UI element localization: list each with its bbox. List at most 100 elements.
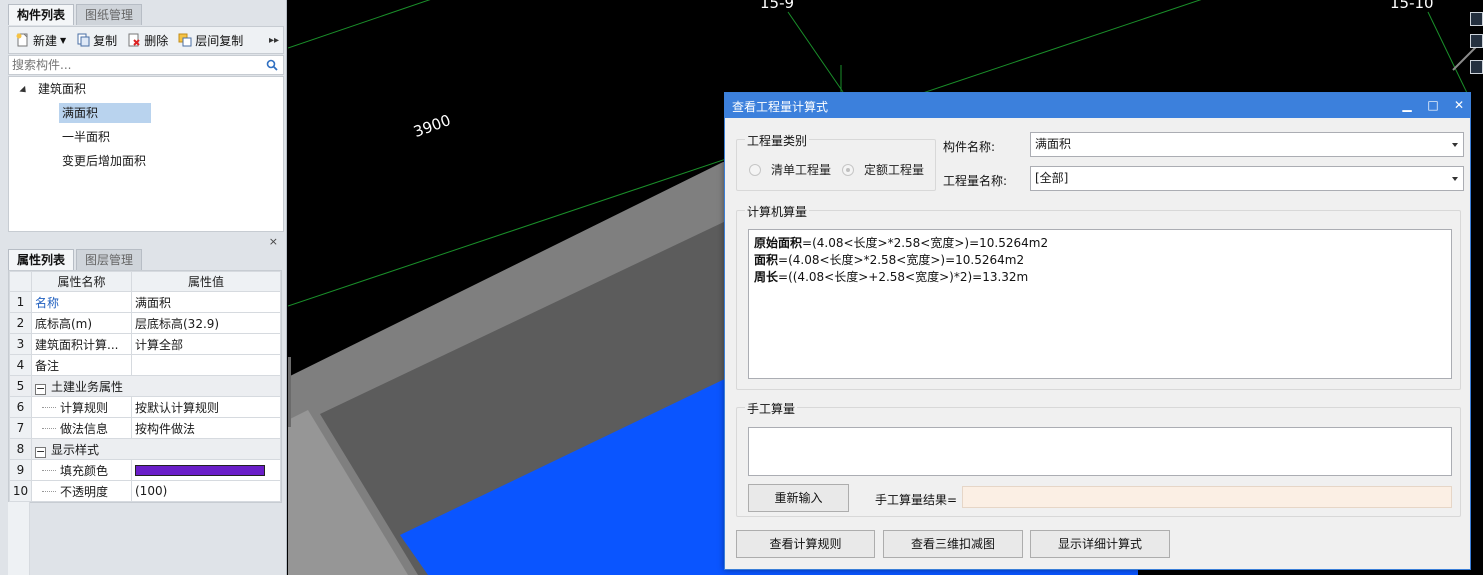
grid-label-15-10: 15-10 — [1390, 0, 1434, 12]
tree-root-building-area[interactable]: 建筑面积 — [35, 79, 89, 99]
property-header-row: 属性名称 属性值 — [9, 271, 281, 292]
radio-bill-quantity-dot[interactable] — [749, 163, 761, 176]
copy-button[interactable]: 复制 — [73, 29, 120, 51]
property-value[interactable]: 按默认计算规则 — [131, 396, 281, 418]
table-row[interactable]: 2 底标高(m) 层底标高(32.9) — [9, 312, 281, 334]
chevron-down-icon[interactable] — [1452, 143, 1458, 147]
tree-item-full-area[interactable]: 满面积 — [59, 103, 151, 123]
manual-result-label: 手工算量结果= — [875, 493, 958, 507]
collapse-icon[interactable]: − — [35, 383, 46, 395]
property-value[interactable]: 层底标高(32.9) — [131, 312, 281, 334]
component-tabbar: 构件列表 图纸管理 — [8, 3, 144, 25]
property-name: 做法信息 — [31, 417, 132, 439]
maximize-icon[interactable]: □ — [1424, 96, 1442, 114]
row-index: 1 — [9, 291, 32, 313]
search-icon[interactable] — [266, 59, 278, 71]
grid-label-15-9: 15-9 — [760, 0, 795, 12]
layout-icon[interactable] — [1470, 34, 1483, 48]
header-index — [9, 271, 32, 292]
chevron-down-icon[interactable] — [1452, 177, 1458, 181]
minimize-icon[interactable]: ▁ — [1398, 96, 1416, 114]
formula-name: 原始面积 — [754, 236, 803, 250]
new-dropdown-arrow-icon[interactable]: ▼ — [60, 36, 66, 45]
property-value[interactable]: 按构件做法 — [131, 417, 281, 439]
table-row[interactable]: 6 计算规则 按默认计算规则 — [9, 396, 281, 418]
formula-expression: =(4.08<长度>*2.58<宽度>)=10.5264m2 — [778, 253, 1025, 267]
view-calc-rules-button[interactable]: 查看计算规则 — [736, 530, 875, 558]
header-property-value: 属性值 — [131, 271, 281, 292]
tab-drawing-management[interactable]: 图纸管理 — [76, 4, 143, 25]
delete-button[interactable]: 删除 — [124, 29, 171, 51]
tab-property-list[interactable]: 属性列表 — [8, 249, 75, 270]
new-button[interactable]: 新建 ▼ — [13, 29, 69, 51]
fill-color-swatch[interactable] — [135, 464, 265, 476]
tree-item-half-area[interactable]: 一半面积 — [59, 127, 113, 147]
row-index: 4 — [9, 354, 32, 376]
reinput-button[interactable]: 重新输入 — [748, 484, 849, 512]
new-button-label: 新建 — [33, 33, 58, 48]
axis-line — [288, 0, 431, 49]
row-index: 2 — [9, 312, 32, 334]
toolbar-overflow-icon[interactable]: ▸▸ — [269, 35, 279, 46]
radio-bill-quantity[interactable]: 清单工程量 — [749, 161, 831, 178]
property-value[interactable]: 计算全部 — [131, 333, 281, 355]
radio-quota-quantity[interactable]: 定额工程量 — [842, 161, 924, 178]
formula-expression: =((4.08<长度>+2.58<宽度>)*2)=13.32m — [778, 270, 1029, 284]
table-row[interactable]: 1 名称 满面积 — [9, 291, 281, 313]
row-index: 3 — [9, 333, 32, 355]
component-toolbar: 新建 ▼ 复制 删除 层间复制 ▸▸ — [8, 26, 284, 54]
quantity-name-select[interactable]: [全部] — [1030, 166, 1464, 191]
close-icon[interactable]: × — [269, 235, 278, 248]
copy-button-label: 复制 — [93, 33, 118, 48]
manual-calc-textbox[interactable] — [748, 427, 1452, 476]
header-property-name: 属性名称 — [31, 271, 132, 292]
table-row[interactable]: 3 建筑面积计算... 计算全部 — [9, 333, 281, 355]
show-detailed-formula-button[interactable]: 显示详细计算式 — [1030, 530, 1170, 558]
row-index: 6 — [9, 396, 32, 418]
table-row[interactable]: 10 不透明度 (100) — [9, 480, 281, 502]
quantity-formula-dialog: 查看工程量计算式 ▁ □ ✕ 工程量类别 清单工程量 定额工程量 构件名称: 满… — [724, 92, 1471, 570]
table-row[interactable]: 9 填充颜色 — [9, 459, 281, 481]
window-icon[interactable] — [1470, 60, 1483, 74]
tree-item-added-area[interactable]: 变更后增加面积 — [59, 151, 149, 171]
table-row[interactable]: 4 备注 — [9, 354, 281, 376]
component-tree: 建筑面积 满面积 一半面积 变更后增加面积 — [8, 76, 284, 232]
row-index: 7 — [9, 417, 32, 439]
tab-component-list[interactable]: 构件列表 — [8, 4, 75, 25]
table-row-group[interactable]: 5 − 土建业务属性 — [9, 375, 281, 397]
manual-result-field — [962, 486, 1452, 508]
table-row[interactable]: 7 做法信息 按构件做法 — [9, 417, 281, 439]
delete-icon — [128, 33, 140, 47]
computer-calc-textbox[interactable]: 原始面积=(4.08<长度>*2.58<宽度>)=10.5264m2 面积=(4… — [748, 229, 1452, 379]
panel-divider: × — [8, 235, 284, 248]
floor-copy-button[interactable]: 层间复制 — [175, 29, 246, 51]
formula-name: 周长 — [754, 270, 779, 284]
row-index: 9 — [9, 459, 32, 481]
property-value[interactable] — [131, 459, 281, 481]
table-row-group[interactable]: 8 − 显示样式 — [9, 438, 281, 460]
floor-copy-icon — [178, 33, 192, 47]
component-search — [8, 55, 284, 75]
radio-quota-quantity-dot[interactable] — [842, 163, 854, 176]
component-search-input[interactable] — [9, 56, 259, 74]
tree-expand-icon[interactable] — [19, 85, 29, 96]
copy-icon — [77, 33, 90, 47]
property-name: 填充颜色 — [31, 459, 132, 481]
dialog-titlebar[interactable]: 查看工程量计算式 ▁ □ ✕ — [725, 93, 1470, 118]
quantity-name-value: [全部] — [1035, 171, 1069, 185]
view-icon[interactable] — [1470, 12, 1483, 26]
close-icon[interactable]: ✕ — [1450, 96, 1468, 114]
radio-quota-quantity-label: 定额工程量 — [864, 163, 925, 177]
computer-calc-legend: 计算机算量 — [745, 203, 810, 220]
property-value[interactable]: (100) — [131, 480, 281, 502]
component-name-label: 构件名称: — [943, 140, 996, 154]
component-name-select[interactable]: 满面积 — [1030, 132, 1464, 157]
view-3d-deduction-button[interactable]: 查看三维扣减图 — [883, 530, 1023, 558]
tab-layer-management[interactable]: 图层管理 — [76, 249, 143, 270]
collapse-icon[interactable]: − — [35, 446, 46, 458]
property-value[interactable]: 满面积 — [131, 291, 281, 313]
canvas-edge-handle[interactable] — [288, 357, 291, 427]
property-name: 计算规则 — [31, 396, 132, 418]
property-value[interactable] — [131, 354, 281, 376]
property-name: 不透明度 — [31, 480, 132, 502]
